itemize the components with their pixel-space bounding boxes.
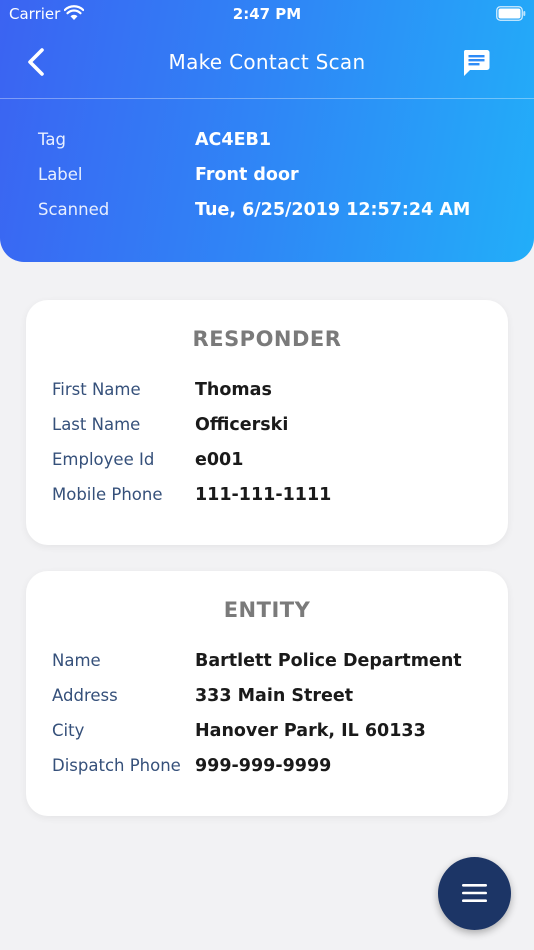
tag-value: AC4EB1 — [195, 130, 272, 150]
field-row: Dispatch Phone 999-999-9999 — [52, 756, 492, 791]
mobile-phone-value: 111-111-1111 — [195, 485, 332, 505]
first-name-label: First Name — [52, 380, 141, 399]
dispatch-phone-value: 999-999-9999 — [195, 756, 332, 776]
field-row: Employee Id e001 — [52, 450, 492, 485]
last-name-label: Last Name — [52, 415, 141, 434]
last-name-value: Officerski — [195, 415, 289, 435]
menu-icon — [462, 884, 487, 902]
status-time: 2:47 PM — [232, 5, 302, 23]
header: Carrier 2:47 PM Make Contact Scan Tag AC — [0, 0, 534, 262]
field-row: First Name Thomas — [52, 380, 492, 415]
responder-card-title: RESPONDER — [192, 327, 342, 351]
field-row: Address 333 Main Street — [52, 686, 492, 721]
entity-fields: Name Bartlett Police Department Address … — [52, 651, 492, 791]
page-title: Make Contact Scan — [168, 50, 366, 74]
navigation-bar: Make Contact Scan — [0, 40, 534, 85]
header-divider — [0, 98, 534, 99]
responder-card: RESPONDER First Name Thomas Last Name Of… — [26, 300, 508, 545]
city-value: Hanover Park, IL 60133 — [195, 721, 426, 741]
field-row: City Hanover Park, IL 60133 — [52, 721, 492, 756]
entity-card-title: ENTITY — [223, 598, 311, 622]
address-label: Address — [52, 686, 118, 705]
scanned-value: Tue, 6/25/2019 12:57:24 AM — [195, 200, 471, 220]
message-icon[interactable] — [461, 48, 491, 78]
label-label: Label — [38, 165, 83, 184]
employee-id-value: e001 — [195, 450, 244, 470]
scanned-label: Scanned — [38, 200, 110, 219]
entity-name-label: Name — [52, 651, 101, 670]
responder-fields: First Name Thomas Last Name Officerski E… — [52, 380, 492, 520]
field-row: Last Name Officerski — [52, 415, 492, 450]
mobile-phone-label: Mobile Phone — [52, 485, 163, 504]
address-value: 333 Main Street — [195, 686, 354, 706]
field-row: Name Bartlett Police Department — [52, 651, 492, 686]
menu-fab-button[interactable] — [438, 857, 511, 930]
entity-name-value: Bartlett Police Department — [195, 651, 462, 671]
battery-icon — [496, 6, 526, 21]
employee-id-label: Employee Id — [52, 450, 155, 469]
entity-card: ENTITY Name Bartlett Police Department A… — [26, 571, 508, 816]
tag-label: Tag — [38, 130, 66, 149]
city-label: City — [52, 721, 85, 740]
label-value: Front door — [195, 165, 299, 185]
first-name-value: Thomas — [195, 380, 272, 400]
dispatch-phone-label: Dispatch Phone — [52, 756, 181, 775]
status-bar: Carrier 2:47 PM — [0, 0, 534, 30]
field-row: Mobile Phone 111-111-1111 — [52, 485, 492, 520]
